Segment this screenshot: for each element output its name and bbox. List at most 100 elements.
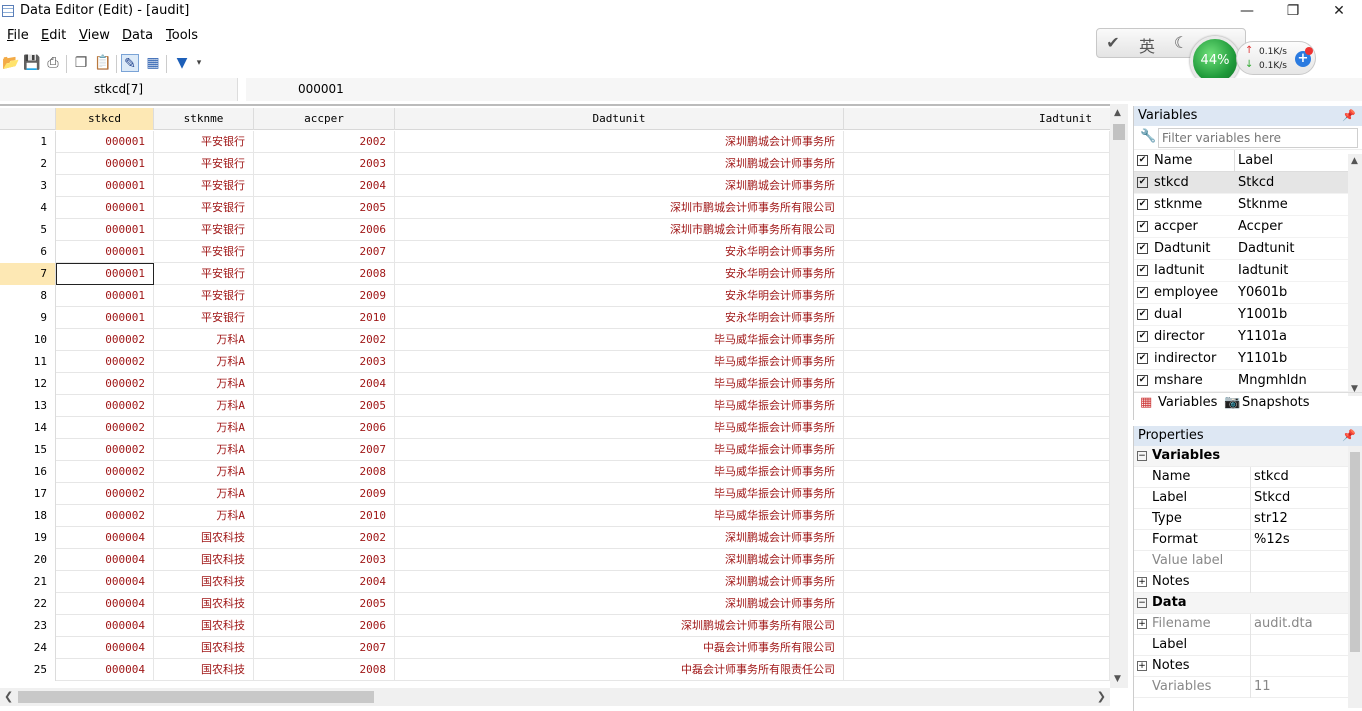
menu-data[interactable]: Data <box>122 28 153 43</box>
grid-cell[interactable]: 万科A <box>154 505 254 527</box>
property-value[interactable]: 11 <box>1254 679 1271 694</box>
grid-cell[interactable]: 深圳鹏城会计师事务所 <box>395 571 844 593</box>
row-number[interactable]: 8 <box>0 285 56 307</box>
grid-cell[interactable] <box>844 571 1110 593</box>
menu-view[interactable]: View <box>79 28 110 43</box>
grid-cell[interactable]: 万科A <box>154 439 254 461</box>
property-value[interactable]: stkcd <box>1254 469 1289 484</box>
paste-icon[interactable]: 📋 <box>94 54 112 72</box>
variable-checkbox[interactable]: ✔ <box>1137 331 1148 342</box>
grid-cell[interactable]: 000001 <box>56 131 154 153</box>
grid-cell[interactable]: 2003 <box>254 351 395 373</box>
grid-cell[interactable]: 000002 <box>56 351 154 373</box>
variable-list-item[interactable]: ✔ indirector Y1101b <box>1134 348 1362 370</box>
grid-cell[interactable]: 毕马威华振会计师事务所 <box>395 373 844 395</box>
grid-cell[interactable]: 2008 <box>254 461 395 483</box>
grid-cell[interactable]: 000004 <box>56 637 154 659</box>
grid-cell[interactable] <box>844 593 1110 615</box>
variable-checkbox[interactable]: ✔ <box>1137 243 1148 254</box>
grid-cell[interactable] <box>844 505 1110 527</box>
property-row[interactable]: Name stkcd <box>1134 467 1362 488</box>
grid-cell[interactable]: 000002 <box>56 329 154 351</box>
grid-cell[interactable]: 2006 <box>254 615 395 637</box>
grid-cell[interactable]: 2002 <box>254 329 395 351</box>
maximize-button[interactable]: ❐ <box>1270 0 1316 24</box>
row-number[interactable]: 4 <box>0 197 56 219</box>
grid-cell[interactable]: 毕马威华振会计师事务所 <box>395 417 844 439</box>
row-number[interactable]: 12 <box>0 373 56 395</box>
grid-cell[interactable]: 国农科技 <box>154 549 254 571</box>
filter-icon[interactable]: ▼ <box>173 54 191 72</box>
row-number[interactable]: 6 <box>0 241 56 263</box>
grid-cell[interactable]: 2008 <box>254 659 395 681</box>
grid-cell[interactable]: 万科A <box>154 351 254 373</box>
grid-cell[interactable]: 2009 <box>254 285 395 307</box>
property-row[interactable]: Label <box>1134 635 1362 656</box>
variable-list-item[interactable]: ✔ mshare Mngmhldn <box>1134 370 1362 392</box>
grid-cell[interactable]: 2004 <box>254 175 395 197</box>
variable-checkbox[interactable]: ✔ <box>1137 265 1148 276</box>
grid-cell[interactable]: 万科A <box>154 329 254 351</box>
expand-icon[interactable]: + <box>1137 661 1147 671</box>
collapse-icon[interactable]: − <box>1137 598 1147 608</box>
grid-cell[interactable]: 2006 <box>254 417 395 439</box>
grid-cell[interactable]: 国农科技 <box>154 527 254 549</box>
variables-group-header[interactable]: − Variables <box>1134 446 1362 467</box>
grid-cell[interactable]: 平安银行 <box>154 153 254 175</box>
variable-list-item[interactable]: ✔ director Y1101a <box>1134 326 1362 348</box>
select-all-checkbox[interactable]: ✔ <box>1137 155 1148 166</box>
filter-dropdown-icon[interactable]: ▾ <box>190 54 208 72</box>
variable-checkbox[interactable]: ✔ <box>1137 177 1148 188</box>
variables-scrollbar[interactable]: ▲ ▼ <box>1348 154 1362 396</box>
scroll-up-icon[interactable]: ▲ <box>1351 156 1358 166</box>
variable-list-item[interactable]: ✔ Dadtunit Dadtunit <box>1134 238 1362 260</box>
properties-scrollbar[interactable] <box>1348 446 1362 708</box>
grid-cell[interactable]: 平安银行 <box>154 307 254 329</box>
grid-cell[interactable]: 000004 <box>56 593 154 615</box>
grid-cell[interactable]: 国农科技 <box>154 571 254 593</box>
property-row[interactable]: Variables 11 <box>1134 677 1362 698</box>
grid-cell[interactable]: 000001 <box>56 307 154 329</box>
tab-snapshots[interactable]: Snapshots <box>1242 395 1310 410</box>
print-icon[interactable]: ⎙ <box>44 54 62 72</box>
collapse-icon[interactable]: − <box>1137 451 1147 461</box>
filter-variables-input[interactable] <box>1158 128 1358 148</box>
grid-cell[interactable]: 平安银行 <box>154 197 254 219</box>
property-value[interactable]: %12s <box>1254 532 1290 547</box>
grid-cell[interactable]: 000001 <box>56 241 154 263</box>
grid-cell[interactable]: 000004 <box>56 615 154 637</box>
scroll-down-icon[interactable]: ▼ <box>1114 674 1121 684</box>
variable-checkbox[interactable]: ✔ <box>1137 199 1148 210</box>
grid-cell[interactable]: 毕马威华振会计师事务所 <box>395 483 844 505</box>
grid-cell[interactable]: 2010 <box>254 505 395 527</box>
grid-cell[interactable]: 万科A <box>154 373 254 395</box>
grid-cell[interactable]: 000001 <box>56 219 154 241</box>
grid-cell[interactable] <box>844 307 1110 329</box>
property-row[interactable]: Format %12s <box>1134 530 1362 551</box>
row-number[interactable]: 1 <box>0 131 56 153</box>
tab-variables[interactable]: Variables <box>1158 395 1217 410</box>
property-row[interactable]: + Notes <box>1134 572 1362 593</box>
grid-cell[interactable]: 000004 <box>56 659 154 681</box>
property-row[interactable]: + Notes <box>1134 656 1362 677</box>
scroll-thumb[interactable] <box>1113 124 1125 140</box>
scroll-right-icon[interactable]: ❯ <box>1097 690 1106 703</box>
property-row[interactable]: Label Stkcd <box>1134 488 1362 509</box>
grid-cell[interactable] <box>844 329 1110 351</box>
menu-tools[interactable]: Tools <box>166 28 198 43</box>
grid-cell[interactable]: 000001 <box>56 263 154 285</box>
variable-list-item[interactable]: ✔ employee Y0601b <box>1134 282 1362 304</box>
row-number[interactable]: 21 <box>0 571 56 593</box>
variable-checkbox[interactable]: ✔ <box>1137 287 1148 298</box>
grid-cell[interactable]: 2002 <box>254 527 395 549</box>
variable-list-item[interactable]: ✔ stknme Stknme <box>1134 194 1362 216</box>
moon-icon[interactable]: ☾ <box>1169 33 1193 55</box>
row-number[interactable]: 20 <box>0 549 56 571</box>
grid-cell[interactable] <box>844 659 1110 681</box>
grid-cell[interactable]: 000002 <box>56 373 154 395</box>
grid-cell[interactable]: 深圳鹏城会计师事务所 <box>395 549 844 571</box>
property-value[interactable]: Stkcd <box>1254 490 1290 505</box>
save-icon[interactable]: 💾 <box>23 54 41 72</box>
minimize-button[interactable]: — <box>1224 0 1270 24</box>
grid-cell[interactable]: 深圳鹏城会计师事务所 <box>395 593 844 615</box>
